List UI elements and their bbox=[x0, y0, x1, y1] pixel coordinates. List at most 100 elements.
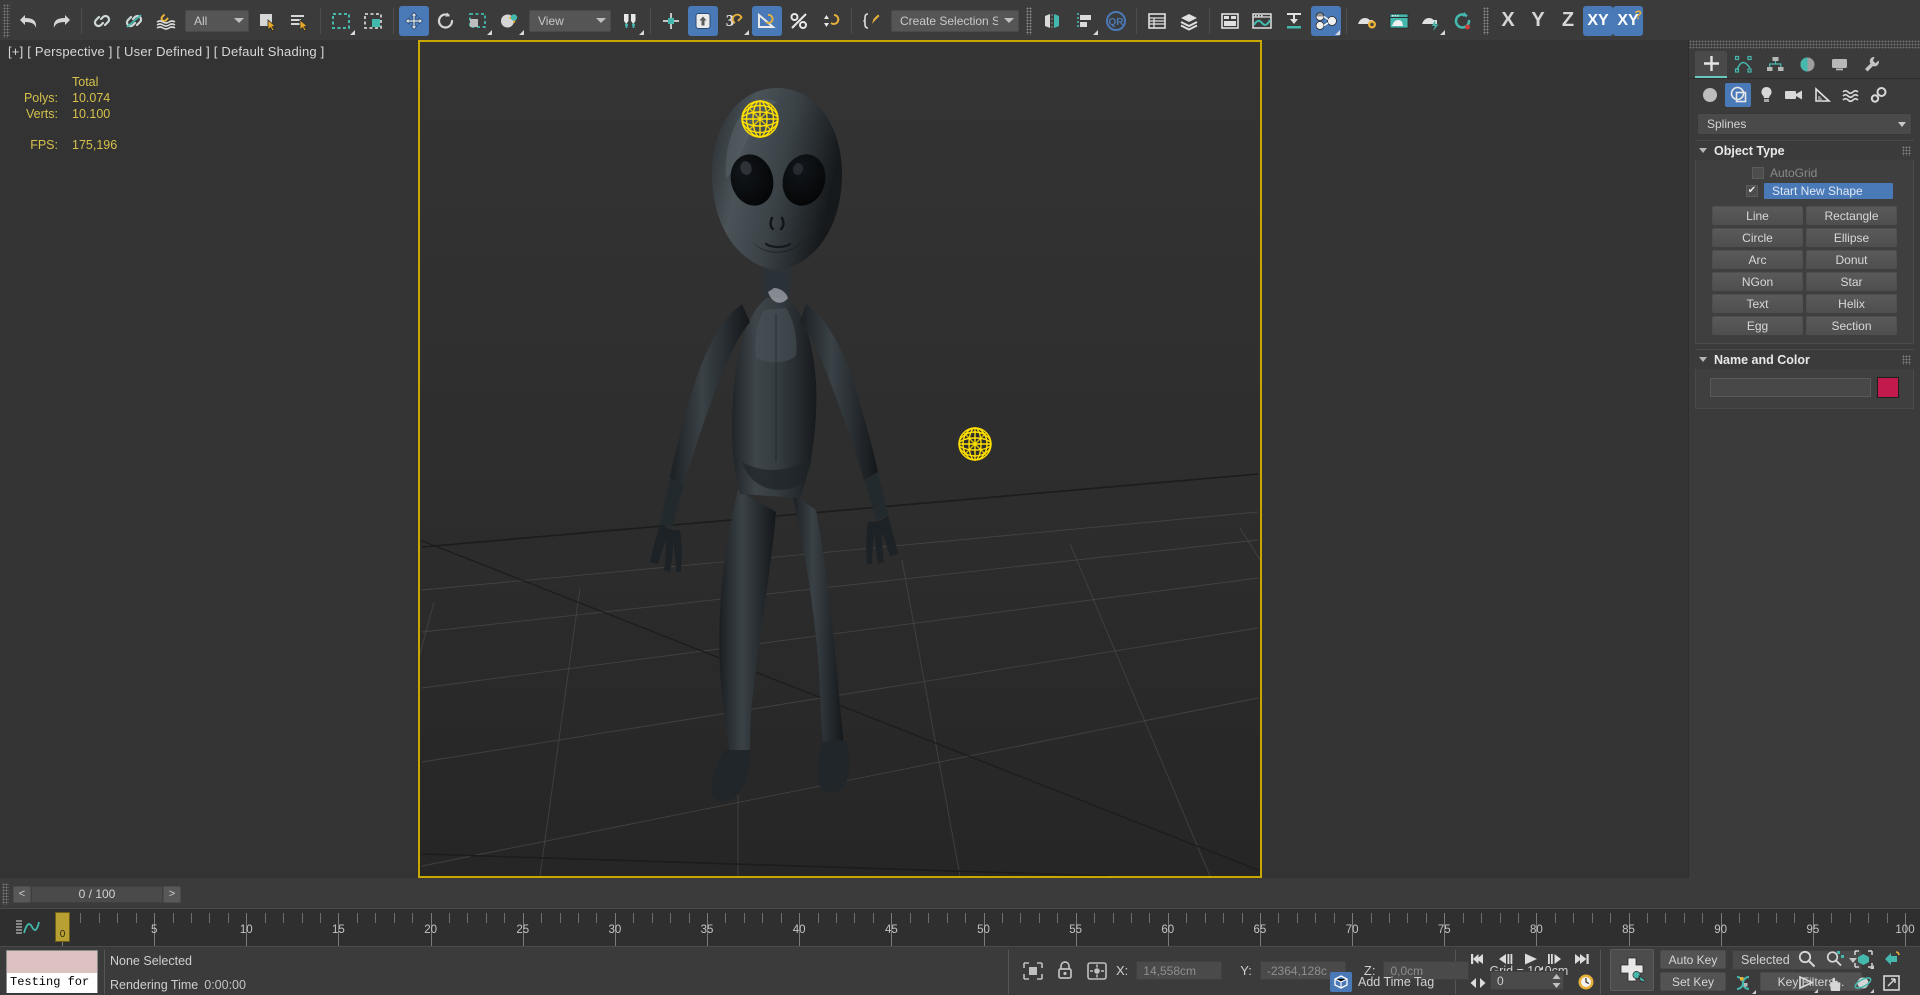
schematic-view-button[interactable] bbox=[1279, 6, 1309, 36]
frame-ruler[interactable]: 5101520253035404550556065707580859095100 bbox=[0, 909, 1920, 947]
maxscript-input-pane[interactable]: Testing for ; bbox=[7, 973, 97, 993]
percent-snap-toggle-button[interactable] bbox=[784, 6, 814, 36]
track-bar[interactable]: 5101520253035404550556065707580859095100… bbox=[0, 908, 1920, 946]
geometry-icon[interactable] bbox=[1697, 83, 1723, 107]
arc-button[interactable]: Arc bbox=[1712, 250, 1803, 269]
modify-tab[interactable] bbox=[1727, 51, 1759, 78]
unlink-selection-button[interactable] bbox=[119, 6, 149, 36]
time-configuration-button[interactable] bbox=[1573, 971, 1599, 993]
render-production-button[interactable] bbox=[1416, 6, 1446, 36]
line-button[interactable]: Line bbox=[1712, 206, 1803, 225]
select-and-manipulate-button[interactable] bbox=[656, 6, 686, 36]
space-warps-icon[interactable] bbox=[1837, 83, 1863, 107]
edit-named-selection-sets-button[interactable] bbox=[857, 6, 887, 36]
donut-button[interactable]: Donut bbox=[1806, 250, 1897, 269]
selection-filter-dropdown[interactable]: All bbox=[185, 10, 249, 32]
name-and-color-header[interactable]: Name and Color bbox=[1695, 349, 1914, 369]
time-slider-track[interactable] bbox=[181, 880, 1920, 908]
zoom-region-button[interactable] bbox=[1878, 948, 1904, 970]
align-button[interactable] bbox=[1069, 6, 1099, 36]
maxscript-mini-listener[interactable]: Testing for ; bbox=[6, 950, 98, 993]
rollout-drag-handle[interactable] bbox=[1902, 146, 1911, 156]
key-mode-toggle-button[interactable] bbox=[1465, 972, 1491, 994]
cameras-icon[interactable] bbox=[1781, 83, 1807, 107]
curve-editor-button[interactable] bbox=[1247, 6, 1277, 36]
zoom-all-button[interactable] bbox=[1822, 948, 1848, 970]
orbit-button[interactable] bbox=[1850, 972, 1876, 994]
helpers-icon[interactable] bbox=[1809, 83, 1835, 107]
ellipse-button[interactable]: Ellipse bbox=[1806, 228, 1897, 247]
mirror-button[interactable] bbox=[1037, 6, 1067, 36]
create-tab[interactable] bbox=[1695, 51, 1727, 78]
quick-render-button[interactable]: QR bbox=[1101, 6, 1131, 36]
text-button[interactable]: Text bbox=[1712, 294, 1803, 313]
rectangle-button[interactable]: Rectangle bbox=[1806, 206, 1897, 225]
snaps-toggle-button[interactable] bbox=[688, 6, 718, 36]
select-and-link-button[interactable] bbox=[87, 6, 117, 36]
time-slider-frame-field[interactable]: 0 / 100 bbox=[31, 886, 163, 903]
axis-constraint-y-button[interactable]: Y bbox=[1523, 6, 1553, 36]
time-playhead[interactable]: 0 bbox=[55, 912, 70, 942]
utilities-tab[interactable] bbox=[1855, 51, 1887, 78]
add-time-tag-control[interactable]: Add Time Tag bbox=[1330, 972, 1434, 992]
absolute-relative-transform-toggle[interactable] bbox=[1084, 959, 1110, 983]
autogrid-row[interactable]: ✔ AutoGrid bbox=[1704, 164, 1905, 182]
next-frame-arrow[interactable]: > bbox=[163, 886, 181, 903]
current-frame-field[interactable]: 0 bbox=[1490, 971, 1564, 990]
time-slider-grip[interactable] bbox=[2, 883, 9, 905]
toggle-ribbon-button[interactable] bbox=[1215, 6, 1245, 36]
axis-constraint-x-button[interactable]: X bbox=[1493, 6, 1523, 36]
bind-to-space-warp-button[interactable] bbox=[151, 6, 181, 36]
reference-coordinate-system[interactable]: View bbox=[529, 10, 611, 32]
go-to-start-button[interactable] bbox=[1465, 948, 1491, 970]
axis-constraint-flyout-button[interactable]: XY ? bbox=[1613, 6, 1643, 36]
spinner-snap-toggle-button[interactable] bbox=[816, 6, 846, 36]
named-selection-sets[interactable]: Create Selection Se bbox=[891, 10, 1019, 32]
selection-lock-toggle[interactable] bbox=[1052, 959, 1078, 983]
start-new-shape-checkbox[interactable]: ✔ bbox=[1746, 185, 1758, 197]
rollout-drag-handle[interactable] bbox=[1902, 355, 1911, 365]
previous-frame-arrow[interactable]: < bbox=[13, 886, 31, 903]
select-and-place-button[interactable] bbox=[495, 6, 525, 36]
set-keys-big-button[interactable] bbox=[1610, 949, 1654, 991]
pan-view-button[interactable] bbox=[1822, 972, 1848, 994]
render-iterative-button[interactable] bbox=[1448, 6, 1478, 36]
use-pivot-point-center-button[interactable] bbox=[615, 6, 645, 36]
isolate-selection-toggle[interactable] bbox=[1020, 959, 1046, 983]
motion-tab[interactable] bbox=[1791, 51, 1823, 78]
select-and-rotate-button[interactable] bbox=[431, 6, 461, 36]
object-name-input[interactable] bbox=[1710, 378, 1871, 397]
maxscript-output-pane[interactable] bbox=[7, 951, 97, 973]
undo-button[interactable] bbox=[14, 6, 44, 36]
command-panel-grip[interactable] bbox=[1689, 40, 1920, 49]
select-and-move-button[interactable] bbox=[399, 6, 429, 36]
helix-button[interactable]: Helix bbox=[1806, 294, 1897, 313]
subcategory-dropdown[interactable]: Splines bbox=[1697, 113, 1912, 135]
zoom-button[interactable] bbox=[1794, 948, 1820, 970]
set-key-filters-icon-button[interactable] bbox=[1730, 972, 1756, 994]
axis-constraint-xy-button[interactable]: XY bbox=[1583, 6, 1613, 36]
shapes-icon[interactable] bbox=[1725, 83, 1751, 107]
select-object-button[interactable] bbox=[253, 6, 283, 36]
zoom-extents-button[interactable] bbox=[1850, 948, 1876, 970]
start-new-shape-row[interactable]: ✔ Start New Shape bbox=[1704, 182, 1905, 200]
rendered-frame-window-button[interactable] bbox=[1384, 6, 1414, 36]
3d-snaps-toggle-button[interactable]: 3 bbox=[720, 6, 750, 36]
x-coord-field[interactable]: 14,558cm bbox=[1136, 961, 1222, 980]
maximize-viewport-toggle-button[interactable] bbox=[1878, 972, 1904, 994]
window-crossing-button[interactable] bbox=[358, 6, 388, 36]
frame-spinner[interactable] bbox=[1552, 974, 1561, 988]
set-key-button[interactable]: Set Key bbox=[1660, 972, 1726, 991]
previous-frame-button[interactable] bbox=[1492, 948, 1518, 970]
systems-icon[interactable] bbox=[1865, 83, 1891, 107]
circle-button[interactable]: Circle bbox=[1712, 228, 1803, 247]
render-setup-button[interactable] bbox=[1352, 6, 1382, 36]
redo-button[interactable] bbox=[46, 6, 76, 36]
star-button[interactable]: Star bbox=[1806, 272, 1897, 291]
object-color-swatch[interactable] bbox=[1877, 377, 1899, 398]
hierarchy-tab[interactable] bbox=[1759, 51, 1791, 78]
axis-constraint-z-button[interactable]: Z bbox=[1553, 6, 1583, 36]
toolbar-grip[interactable] bbox=[3, 4, 10, 38]
object-type-header[interactable]: Object Type bbox=[1695, 140, 1914, 160]
select-by-name-button[interactable] bbox=[285, 6, 315, 36]
